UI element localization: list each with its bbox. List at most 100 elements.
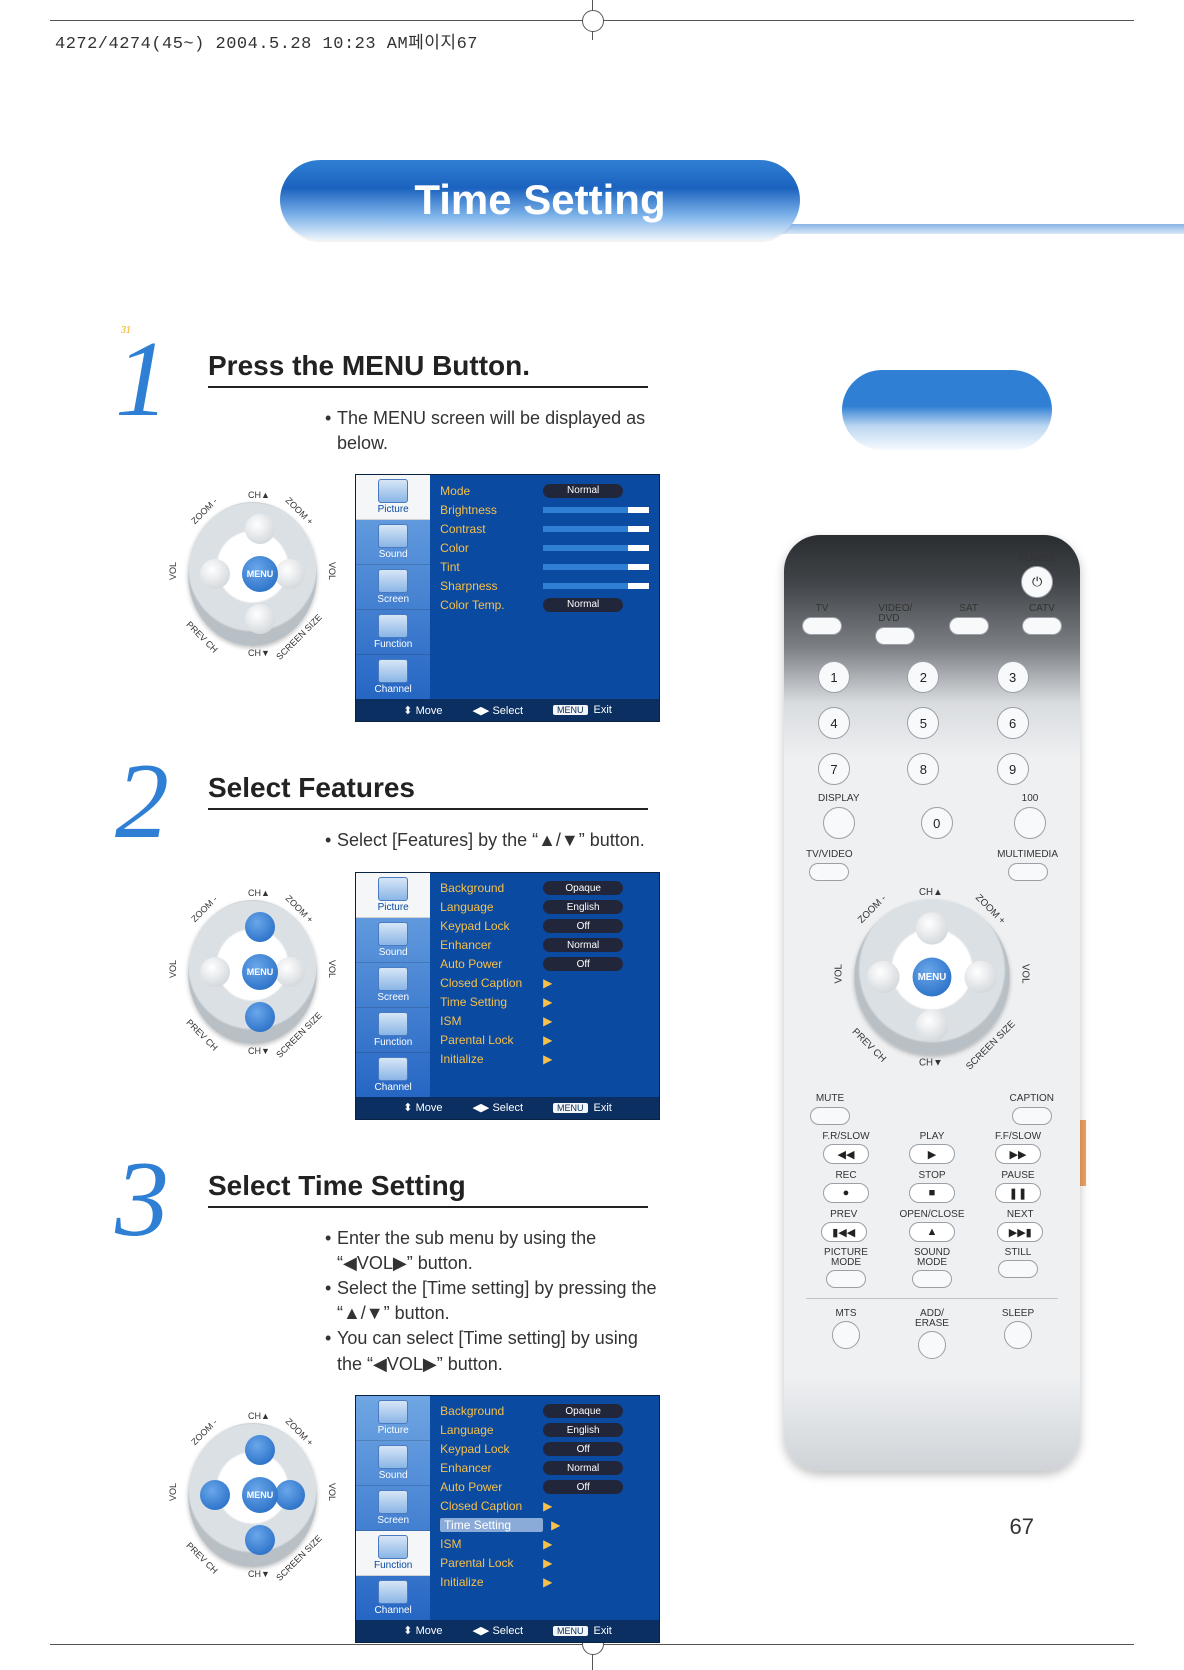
keypad-2-button[interactable]: 2 (907, 661, 939, 693)
dpad-up[interactable] (916, 912, 948, 944)
dpad-menu-button[interactable]: MENU (913, 958, 952, 997)
src-button-0[interactable] (802, 617, 842, 635)
trans-button[interactable]: ▲ (909, 1222, 955, 1242)
osd-key[interactable]: Initialize (440, 1052, 535, 1066)
osd-side-picture[interactable]: Picture (356, 475, 430, 520)
osd-side-picture[interactable]: Picture (356, 1396, 430, 1441)
trans-button[interactable]: ▶▶▮ (997, 1222, 1043, 1242)
osd-side-function[interactable]: Function (356, 610, 430, 655)
dpad-right[interactable] (964, 961, 996, 993)
aux-button[interactable] (1004, 1321, 1032, 1349)
osd-side-label: Channel (375, 1082, 412, 1093)
src-button-2[interactable] (949, 617, 989, 635)
multimedia-button[interactable] (1008, 863, 1048, 881)
osd-side-channel[interactable]: Channel (356, 655, 430, 699)
keypad-0-button[interactable]: 0 (921, 807, 953, 839)
osd-side-screen[interactable]: Screen (356, 1486, 430, 1531)
hundred-label: 100 (1022, 793, 1039, 804)
dpad-up[interactable] (245, 1435, 275, 1465)
keypad-8-button[interactable]: 8 (907, 753, 939, 785)
trans-button[interactable]: ▮◀◀ (821, 1222, 867, 1242)
dpad-down[interactable] (916, 1009, 948, 1041)
osd-side-screen[interactable]: Screen (356, 963, 430, 1008)
src-button-1[interactable] (875, 627, 915, 645)
osd-side-label: Picture (378, 902, 409, 913)
dpad-left[interactable] (200, 1480, 230, 1510)
mode-button[interactable] (998, 1260, 1038, 1278)
keypad-6-button[interactable]: 6 (997, 707, 1029, 739)
osd-side-label: Screen (377, 594, 409, 605)
osd-key[interactable]: Parental Lock (440, 1033, 535, 1047)
osd-key[interactable]: Closed Caption (440, 976, 535, 990)
osd-foot-move: ⬍ Move (403, 704, 442, 717)
aux-label: ADD/ ERASE (915, 1309, 949, 1329)
osd-key[interactable]: Time Setting (440, 1518, 543, 1532)
aux-button[interactable] (832, 1321, 860, 1349)
trans-button[interactable]: ◀◀ (823, 1144, 869, 1164)
trans-button[interactable]: ▶ (909, 1144, 955, 1164)
osd-side-picture[interactable]: Picture (356, 873, 430, 918)
keypad-7-button[interactable]: 7 (818, 753, 850, 785)
osd-side-channel[interactable]: Channel (356, 1576, 430, 1620)
osd-key[interactable]: Closed Caption (440, 1499, 535, 1513)
side-tab-pill (842, 370, 1052, 450)
dpad-right[interactable] (275, 957, 305, 987)
osd-side-channel[interactable]: Channel (356, 1053, 430, 1097)
osd-key: Language (440, 1423, 535, 1437)
src-label: VIDEO/ DVD (878, 604, 912, 624)
keypad-4-button[interactable]: 4 (818, 707, 850, 739)
osd-key[interactable]: Initialize (440, 1575, 535, 1589)
trans-button[interactable]: ■ (909, 1183, 955, 1203)
mute-button[interactable] (810, 1107, 850, 1125)
trans-label: PAUSE (1001, 1170, 1034, 1181)
osd-val: Normal (543, 484, 623, 498)
osd-foot-move: ⬍ Move (403, 1624, 442, 1637)
trans-button[interactable]: ● (823, 1183, 869, 1203)
hundred-button[interactable] (1014, 807, 1046, 839)
keypad-1-button[interactable]: 1 (818, 661, 850, 693)
aux-button[interactable] (918, 1331, 946, 1359)
caption-button[interactable] (1012, 1107, 1052, 1125)
dpad-down[interactable] (245, 1002, 275, 1032)
submenu-arrow-icon: ▶ (543, 1014, 552, 1028)
dpad-left[interactable] (867, 961, 899, 993)
osd-val: Opaque (543, 1404, 623, 1418)
power-button[interactable]: ⏻ (1021, 566, 1053, 598)
display-button[interactable] (823, 807, 855, 839)
keypad-9-button[interactable]: 9 (997, 753, 1029, 785)
src-button-3[interactable] (1022, 617, 1062, 635)
osd-side-icon (378, 524, 408, 548)
trans-label: PREV (830, 1209, 857, 1220)
osd-key[interactable]: Parental Lock (440, 1556, 535, 1570)
dpad-right[interactable] (275, 1480, 305, 1510)
osd-side-function[interactable]: Function (356, 1008, 430, 1053)
mode-button[interactable] (826, 1270, 866, 1288)
dpad-up[interactable] (245, 912, 275, 942)
osd-side-function[interactable]: Function (356, 1531, 430, 1576)
osd-key: Brightness (440, 503, 535, 517)
osd-key[interactable]: ISM (440, 1014, 535, 1028)
tvvideo-button[interactable] (809, 863, 849, 881)
osd-side-screen[interactable]: Screen (356, 565, 430, 610)
dpad-label-chdn: CH▼ (919, 1057, 943, 1068)
trans-button[interactable]: ▶▶ (995, 1144, 1041, 1164)
trans-button[interactable]: ❚❚ (995, 1183, 1041, 1203)
step-heading: Press the MENU Button. (208, 350, 648, 388)
submenu-arrow-icon: ▶ (543, 995, 552, 1009)
keypad-3-button[interactable]: 3 (997, 661, 1029, 693)
dpad-left[interactable] (200, 957, 230, 987)
dpad-label-chup: CH▲ (248, 888, 270, 898)
dpad-menu-button[interactable]: MENU (242, 1477, 278, 1513)
osd-key[interactable]: Time Setting (440, 995, 535, 1009)
osd-side-sound[interactable]: Sound (356, 1441, 430, 1486)
osd-side-sound[interactable]: Sound (356, 918, 430, 963)
dpad-label-chup: CH▲ (248, 490, 270, 500)
osd-side-label: Picture (378, 504, 409, 515)
osd-side-sound[interactable]: Sound (356, 520, 430, 565)
dpad-menu-button[interactable]: MENU (242, 954, 278, 990)
mode-button[interactable] (912, 1270, 952, 1288)
osd-key[interactable]: ISM (440, 1537, 535, 1551)
keypad-5-button[interactable]: 5 (907, 707, 939, 739)
dpad-down[interactable] (245, 1525, 275, 1555)
submenu-arrow-icon: ▶ (543, 1052, 552, 1066)
